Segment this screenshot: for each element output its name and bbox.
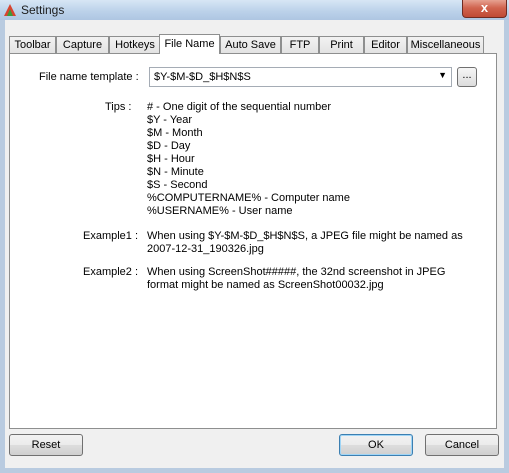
- example2-line1: When using ScreenShot#####, the 32nd scr…: [147, 266, 446, 278]
- template-label: File name template :: [39, 71, 139, 83]
- tip-item: # - One digit of the sequential number: [147, 101, 332, 113]
- tab-toolbar[interactable]: Toolbar: [9, 36, 56, 53]
- example1-line2: 2007-12-31_190326.jpg: [147, 243, 264, 255]
- tips-label: Tips :: [105, 101, 132, 113]
- tip-item: $H - Hour: [147, 153, 195, 165]
- title-bar: Settings x: [0, 0, 509, 20]
- ok-button[interactable]: OK: [339, 434, 413, 456]
- reset-button[interactable]: Reset: [9, 434, 83, 456]
- example1-label: Example1 :: [83, 230, 139, 242]
- tip-item: $M - Month: [147, 127, 203, 139]
- tab-miscellaneous[interactable]: Miscellaneous: [407, 36, 484, 53]
- dialog-body: Toolbar Capture Hotkeys File Name Auto S…: [5, 20, 504, 468]
- tab-editor[interactable]: Editor: [364, 36, 407, 53]
- chevron-down-icon[interactable]: ▼: [438, 70, 447, 80]
- browse-button[interactable]: ...: [457, 67, 477, 87]
- example1-line1: When using $Y-$M-$D_$H$N$S, a JPEG file …: [147, 230, 463, 242]
- file-name-panel: File name template : $Y-$M-$D_$H$N$S ▼ .…: [9, 53, 497, 429]
- template-value: $Y-$M-$D_$H$N$S: [154, 71, 251, 83]
- tip-item: %USERNAME% - User name: [147, 205, 293, 217]
- app-icon: [4, 4, 16, 16]
- tab-hotkeys[interactable]: Hotkeys: [109, 36, 161, 53]
- tip-item: %COMPUTERNAME% - Computer name: [147, 192, 350, 204]
- tab-auto-save[interactable]: Auto Save: [220, 36, 281, 53]
- tip-item: $S - Second: [147, 179, 208, 191]
- tip-item: $Y - Year: [147, 114, 193, 126]
- tips-list: # - One digit of the sequential number $…: [147, 101, 350, 218]
- tab-ftp[interactable]: FTP: [281, 36, 319, 53]
- tab-print[interactable]: Print: [319, 36, 364, 53]
- tip-item: $N - Minute: [147, 166, 204, 178]
- window-title: Settings: [21, 3, 65, 17]
- example2-label: Example2 :: [83, 266, 139, 278]
- example1-text: When using $Y-$M-$D_$H$N$S, a JPEG file …: [147, 230, 463, 256]
- template-combobox[interactable]: $Y-$M-$D_$H$N$S ▼: [149, 67, 452, 87]
- cancel-button[interactable]: Cancel: [425, 434, 499, 456]
- example2-line2: format might be named as ScreenShot00032…: [147, 279, 384, 291]
- tip-item: $D - Day: [147, 140, 191, 152]
- example2-text: When using ScreenShot#####, the 32nd scr…: [147, 266, 445, 292]
- close-button[interactable]: x: [462, 0, 507, 18]
- tab-file-name[interactable]: File Name: [159, 34, 220, 54]
- tab-capture[interactable]: Capture: [56, 36, 109, 53]
